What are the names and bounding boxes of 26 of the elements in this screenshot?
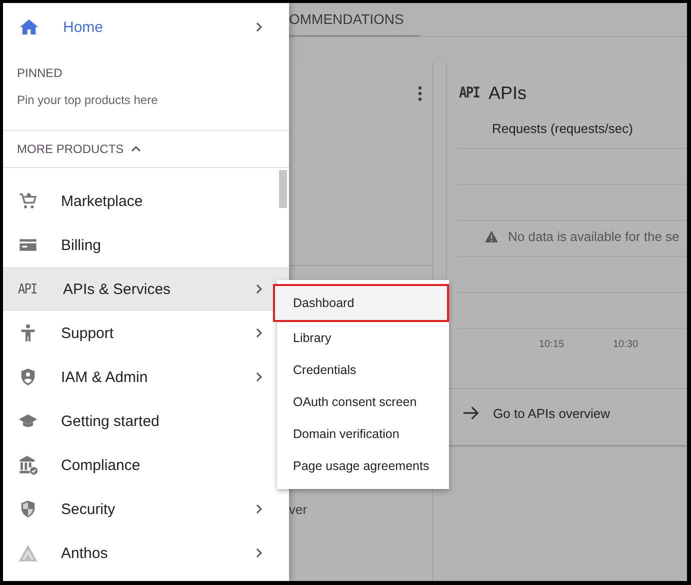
more-options-icon xyxy=(418,86,422,101)
api-icon: API xyxy=(459,84,480,102)
section-toggle[interactable]: MORE PRODUCTS xyxy=(3,131,289,168)
home-icon xyxy=(19,17,39,37)
section-heading: PINNED xyxy=(17,66,64,80)
nav-item[interactable]: Anthos xyxy=(3,531,289,575)
axis-label: 10:30 xyxy=(613,339,640,350)
menu-item[interactable]: Dashboard xyxy=(273,284,449,322)
scrollbar[interactable] xyxy=(279,170,287,208)
empty-message: No data is available for the se xyxy=(508,229,680,244)
api-icon: API xyxy=(18,280,40,298)
nav-item[interactable]: Marketplace xyxy=(3,179,289,223)
nav-item[interactable]: Home xyxy=(3,5,289,49)
link-text[interactable]: Go to APIs overview xyxy=(493,406,610,420)
cart-icon xyxy=(18,191,38,211)
warning-icon xyxy=(484,230,499,243)
axis-label: 10:15 xyxy=(539,339,566,350)
bank-icon xyxy=(18,455,38,475)
card-title: APIs xyxy=(488,82,526,104)
nav-item[interactable]: API APIs & Services xyxy=(3,267,289,311)
chart-title: Requests (requests/sec) xyxy=(492,121,634,136)
triangle-icon xyxy=(18,543,38,563)
link-text[interactable]: ver xyxy=(289,502,308,517)
nav-item[interactable]: Security xyxy=(3,487,289,531)
hint-text: Pin your top products here xyxy=(17,93,159,107)
nav-item[interactable]: Billing xyxy=(3,223,289,267)
